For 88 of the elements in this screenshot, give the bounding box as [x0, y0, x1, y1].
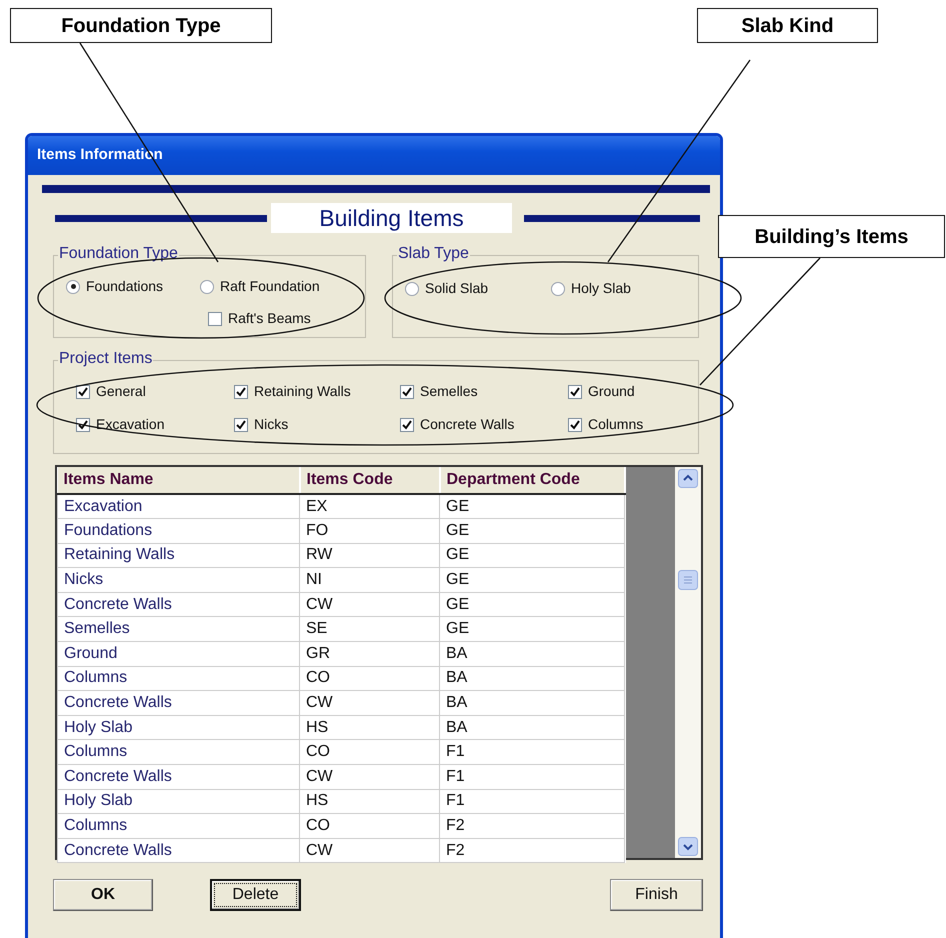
table-cell: Concrete Walls: [58, 592, 300, 617]
table-cell: Foundations: [58, 518, 300, 544]
radio-label: Foundations: [86, 277, 164, 296]
table-cell: NI: [300, 568, 440, 592]
scroll-up-button[interactable]: [678, 469, 698, 488]
group-title: Project Items: [58, 349, 154, 369]
table-cell: Columns: [58, 814, 300, 838]
checkbox[interactable]: [400, 418, 414, 432]
table-cell: BA: [440, 690, 624, 716]
table-cell: Columns: [58, 740, 300, 765]
table-cell: Holy Slab: [58, 715, 300, 740]
table-cell: Nicks: [58, 568, 300, 592]
table-cell: GR: [300, 642, 440, 666]
finish-button[interactable]: Finish: [610, 879, 703, 911]
table-cell: Ground: [58, 642, 300, 666]
table-cell: F1: [440, 740, 624, 765]
table-cell: RW: [300, 543, 440, 568]
table-cell: CO: [300, 740, 440, 765]
table-cell: GE: [440, 616, 624, 642]
table-cell: Retaining Walls: [58, 543, 300, 568]
checkbox-label: Columns: [588, 415, 644, 434]
table-cell: Concrete Walls: [58, 764, 300, 790]
checkbox[interactable]: [76, 384, 90, 398]
checkbox[interactable]: [568, 418, 582, 432]
group-title: Foundation Type: [58, 244, 179, 264]
column-header: Items Code: [300, 467, 440, 494]
table-cell: Excavation: [58, 494, 300, 519]
callout-label: Building’s Items: [718, 215, 945, 258]
table-cell: GE: [440, 568, 624, 592]
checkbox-label: Concrete Walls: [420, 415, 514, 434]
table-cell: BA: [440, 642, 624, 666]
checkbox-label: General: [96, 382, 146, 401]
radio-label: Solid Slab: [425, 279, 488, 298]
checkbox-label: Excavation: [96, 415, 164, 434]
table-cell: CW: [300, 838, 440, 863]
checkbox[interactable]: [76, 418, 90, 432]
delete-button[interactable]: Delete: [210, 879, 301, 911]
table-cell: BA: [440, 666, 624, 691]
table-cell: Semelles: [58, 616, 300, 642]
scrollbar[interactable]: [675, 467, 701, 858]
radio-label: Raft Foundation: [220, 277, 320, 296]
checkbox[interactable]: [234, 384, 248, 398]
table-cell: Concrete Walls: [58, 690, 300, 716]
checkbox-label: Semelles: [420, 382, 478, 401]
table-cell: Concrete Walls: [58, 838, 300, 863]
table-cell: Columns: [58, 666, 300, 691]
table-cell: CO: [300, 814, 440, 838]
callout-label: Foundation Type: [10, 8, 272, 43]
table-cell: GE: [440, 494, 624, 519]
group-title: Slab Type: [397, 244, 470, 264]
table-cell: CW: [300, 764, 440, 790]
checkbox-label: Ground: [588, 382, 635, 401]
table-cell: GE: [440, 543, 624, 568]
table-cell: F1: [440, 789, 624, 814]
checkbox-label: Retaining Walls: [254, 382, 351, 401]
table-cell: GE: [440, 592, 624, 617]
column-header: Items Name: [58, 467, 300, 494]
checkbox-label: Raft's Beams: [228, 309, 311, 328]
table-cell: CW: [300, 592, 440, 617]
header-title: Building Items: [319, 204, 464, 233]
checkbox-label: Nicks: [254, 415, 288, 434]
table-cell: BA: [440, 715, 624, 740]
radio-button[interactable]: [66, 280, 80, 294]
callout-label: Slab Kind: [697, 8, 878, 43]
radio-button[interactable]: [551, 282, 565, 296]
ok-button[interactable]: OK: [53, 879, 153, 911]
scroll-down-button[interactable]: [678, 837, 698, 856]
table-cell: EX: [300, 494, 440, 519]
table-cell: F2: [440, 838, 624, 863]
scroll-thumb[interactable]: [678, 570, 698, 590]
table-cell: CO: [300, 666, 440, 691]
checkbox[interactable]: [568, 384, 582, 398]
column-header: Department Code: [440, 467, 624, 494]
checkbox[interactable]: [400, 384, 414, 398]
table-cell: F1: [440, 764, 624, 790]
table-cell: F2: [440, 814, 624, 838]
table-cell: CW: [300, 690, 440, 716]
checkbox[interactable]: [234, 418, 248, 432]
radio-button[interactable]: [200, 280, 214, 294]
table-cell: HS: [300, 789, 440, 814]
table-cell: FO: [300, 518, 440, 544]
table-cell: HS: [300, 715, 440, 740]
table-cell: SE: [300, 616, 440, 642]
table-cell: Holy Slab: [58, 789, 300, 814]
radio-label: Holy Slab: [571, 279, 631, 298]
checkbox[interactable]: [208, 312, 222, 326]
table-cell: GE: [440, 518, 624, 544]
radio-button[interactable]: [405, 282, 419, 296]
